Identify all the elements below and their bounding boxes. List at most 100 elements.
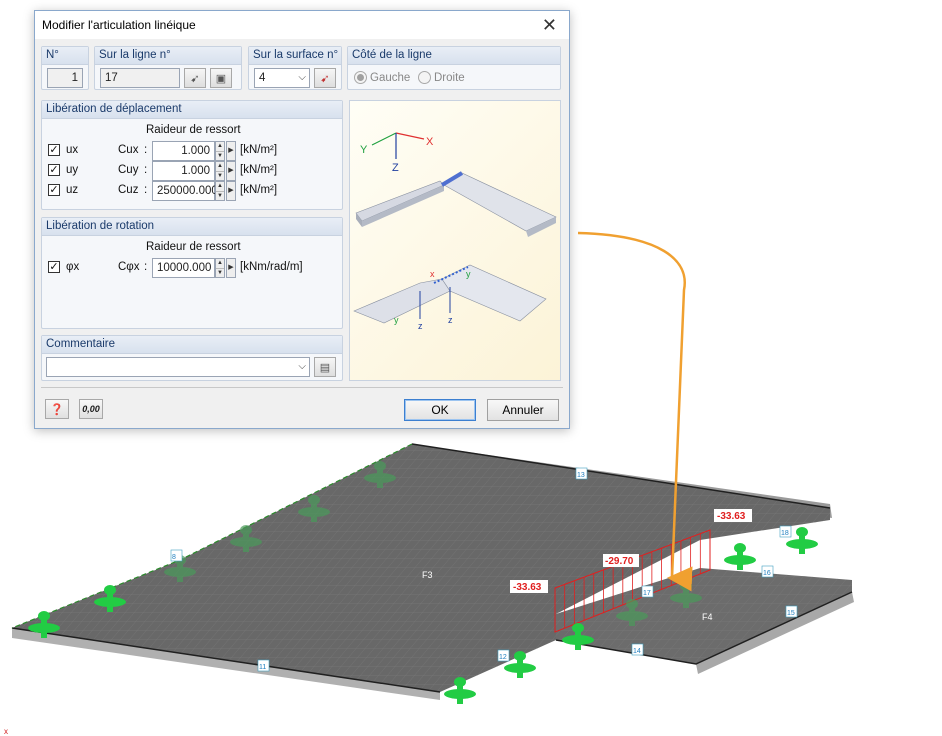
param-colon: : [144, 184, 148, 196]
stiffness-spinner[interactable]: ▲ ▼ [215, 141, 225, 161]
param-colon: : [144, 261, 148, 273]
param-label: Cux [118, 144, 139, 156]
corner-axis-label: x [4, 727, 8, 736]
svg-text:X: X [426, 136, 434, 148]
dof-label: φx [66, 261, 80, 273]
stiffness-spinner[interactable]: ▲ ▼ [215, 181, 225, 201]
unit-label: [kNm/rad/m] [240, 261, 303, 273]
surface-label-f4: F4 [702, 612, 713, 622]
svg-text:12: 12 [499, 654, 507, 661]
value-label-mid: -29.70 [603, 554, 639, 567]
radio-gauche-label: Gauche [370, 71, 411, 84]
stiffness-input[interactable]: 10000.000 [152, 258, 215, 278]
surface-group: Sur la surface n° 4 ⌵ ➹ [248, 46, 342, 90]
line-number-tag: 14 [631, 643, 644, 656]
surface-label-f3: F3 [422, 570, 433, 580]
side-group: Côté de la ligne Gauche Droite [347, 46, 561, 90]
pick-line-button[interactable]: ➹ [184, 68, 206, 88]
radio-droite-label: Droite [434, 71, 465, 84]
line-number-tag: 11 [257, 659, 270, 672]
stiffness-spinner[interactable]: ▲ ▼ [215, 161, 225, 181]
support-symbol [724, 543, 756, 570]
dialog-title: Modifier l'articulation linéique [42, 18, 196, 32]
chevron-down-icon: ⌵ [298, 361, 306, 372]
number-field[interactable]: 1 [47, 68, 83, 88]
param-label: Cuz [118, 184, 139, 196]
svg-text:13: 13 [577, 472, 585, 479]
dof-label: uz [66, 184, 79, 196]
number-header: N° [42, 47, 88, 65]
displacement-stiffness-title: Raideur de ressort [146, 124, 241, 136]
svg-text:F4: F4 [702, 612, 713, 622]
stiffness-menu-button[interactable]: ▶ [226, 181, 236, 201]
release-checkbox[interactable]: ✓ [48, 184, 60, 196]
comment-input[interactable]: ⌵ [46, 357, 310, 377]
param-colon: : [144, 144, 148, 156]
units-icon: 0,00 [82, 404, 100, 414]
svg-text:y: y [394, 315, 399, 325]
view-icon: ▣ [215, 72, 227, 85]
unit-label: [kN/m²] [240, 164, 278, 176]
edit-line-hinge-dialog: Modifier l'articulation linéique ✕ N° 1 … [34, 10, 570, 429]
svg-text:15: 15 [787, 610, 795, 617]
surface-select[interactable]: 4 ⌵ [254, 68, 310, 88]
release-checkbox[interactable]: ✓ [48, 144, 60, 156]
line-number-tag: 15 [785, 605, 798, 618]
ok-button[interactable]: OK [404, 399, 476, 421]
help-button[interactable]: ❓ [45, 399, 69, 419]
radio-droite[interactable]: Droite [418, 71, 465, 84]
stiffness-menu-button[interactable]: ▶ [226, 258, 236, 278]
svg-text:11: 11 [259, 664, 266, 671]
rotation-stiffness-title: Raideur de ressort [146, 241, 241, 253]
line-number-tag: 12 [497, 649, 510, 662]
svg-text:F3: F3 [422, 570, 433, 580]
stiffness-input[interactable]: 1.000 [152, 141, 215, 161]
svg-text:Y: Y [360, 144, 368, 156]
dof-label: ux [66, 144, 79, 156]
unit-label: [kN/m²] [240, 144, 278, 156]
cancel-button[interactable]: Annuler [487, 399, 559, 421]
svg-text:8: 8 [172, 554, 176, 561]
line-number-tag: 17 [641, 585, 654, 598]
number-group: N° 1 [41, 46, 89, 90]
radio-gauche[interactable]: Gauche [354, 71, 410, 84]
comment-group: Commentaire ⌵ ▤ [41, 335, 343, 381]
line-number-tag: 18 [779, 525, 792, 538]
units-button[interactable]: 0,00 [79, 399, 103, 419]
svg-text:17: 17 [643, 590, 651, 597]
release-checkbox[interactable]: ✓ [48, 261, 60, 273]
param-colon: : [144, 164, 148, 176]
release-checkbox[interactable]: ✓ [48, 164, 60, 176]
svg-text:y: y [466, 269, 471, 279]
line-header: Sur la ligne n° [95, 47, 241, 65]
pick-surface-button[interactable]: ➹ [314, 68, 336, 88]
stiffness-menu-button[interactable]: ▶ [226, 161, 236, 181]
line-number-tag: 13 [575, 467, 588, 480]
svg-text:14: 14 [633, 648, 641, 655]
close-icon[interactable]: ✕ [536, 16, 563, 34]
hinge-diagram: X Y Z x y y z z [353, 132, 557, 331]
svg-text:18: 18 [781, 530, 789, 537]
select-line-button[interactable]: ▣ [210, 68, 232, 88]
rotation-header: Libération de rotation [42, 218, 342, 236]
line-number-tag: 8 [170, 549, 183, 562]
radio-dot [418, 71, 431, 84]
unit-label: [kN/m²] [240, 184, 278, 196]
dialog-titlebar: Modifier l'articulation linéique ✕ [35, 11, 569, 39]
svg-text:Z: Z [392, 162, 399, 174]
stiffness-input[interactable]: 1.000 [152, 161, 215, 181]
pointer-icon: ➹ [320, 72, 330, 85]
line-field[interactable]: 17 [100, 68, 180, 88]
value-label-left: -33.63 [510, 580, 548, 593]
dof-label: uy [66, 164, 79, 176]
displacement-group: Libération de déplacement Raideur de res… [41, 100, 343, 210]
stiffness-input[interactable]: 250000.000 [152, 181, 218, 201]
stiffness-spinner[interactable]: ▲ ▼ [215, 258, 225, 278]
comment-header: Commentaire [42, 336, 342, 354]
footer-separator [41, 387, 563, 388]
comment-library-button[interactable]: ▤ [314, 357, 336, 377]
hinge-illustration: X Y Z x y y z z [349, 100, 561, 381]
svg-text:16: 16 [763, 570, 771, 577]
stiffness-menu-button[interactable]: ▶ [226, 141, 236, 161]
library-icon: ▤ [319, 361, 331, 374]
